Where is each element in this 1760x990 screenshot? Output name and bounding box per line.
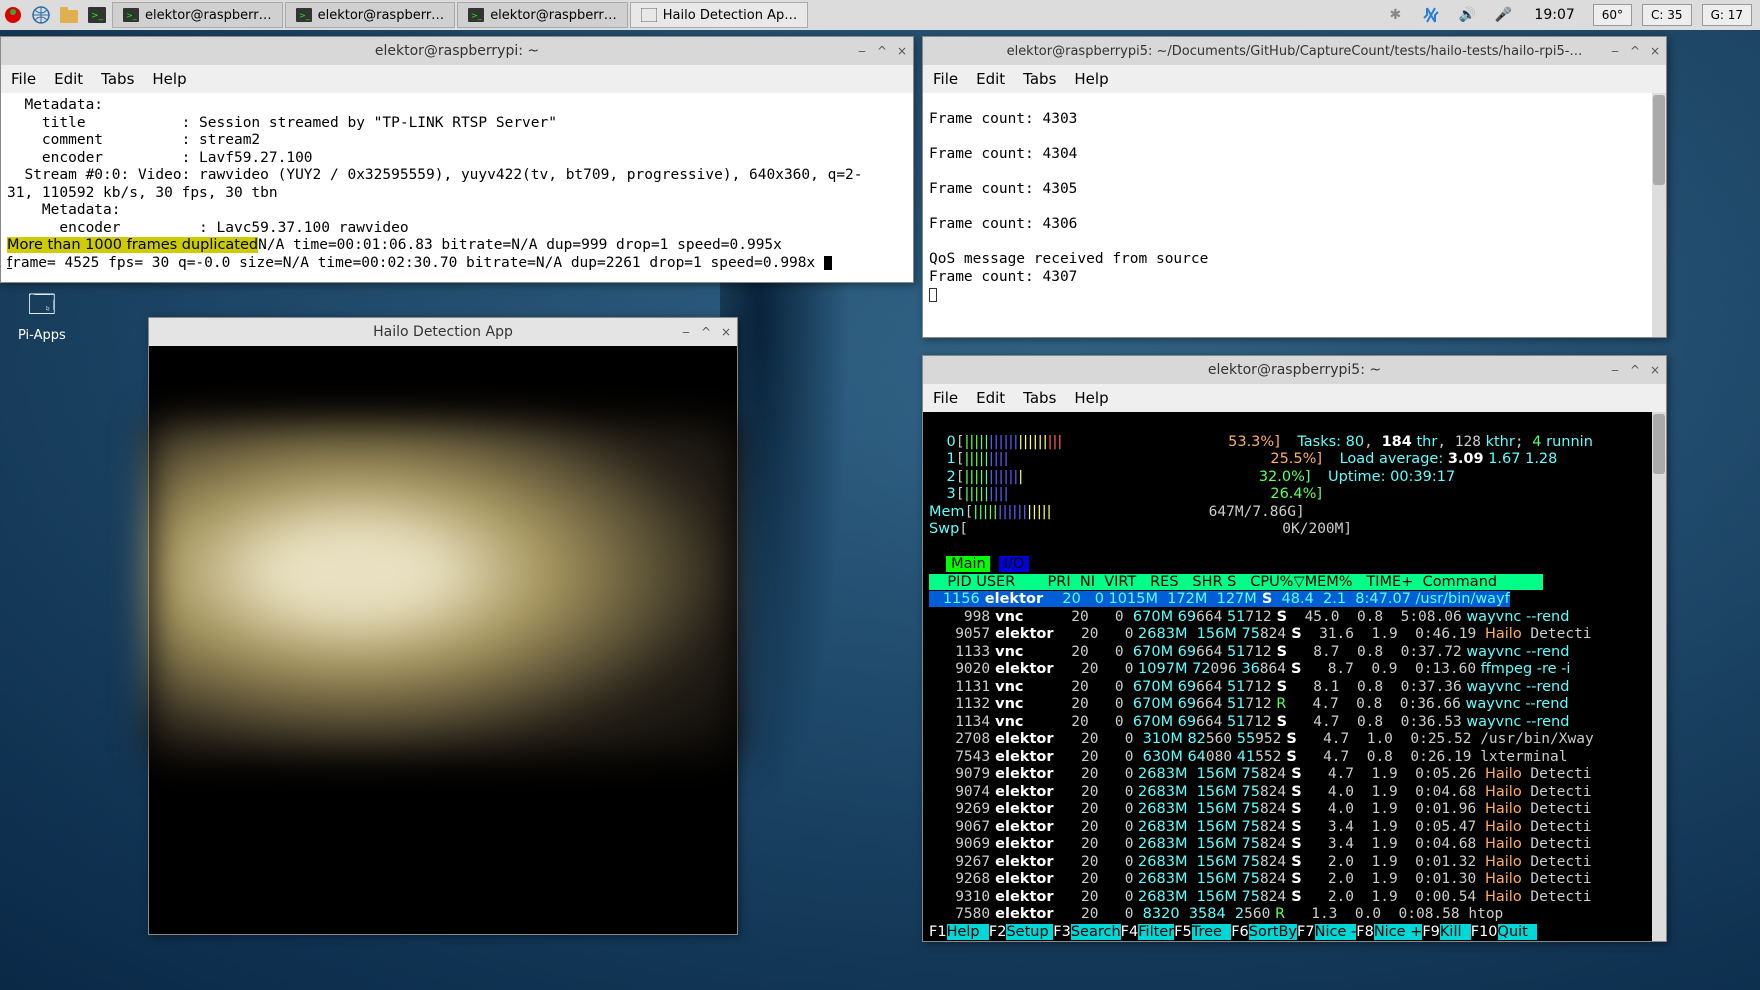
- terminal-output[interactable]: Metadata: title : Session streamed by "T…: [1, 93, 913, 282]
- terminal-icon: >_: [296, 8, 312, 22]
- volume-icon[interactable]: 🔊: [1454, 2, 1480, 28]
- maximize-icon[interactable]: ^: [699, 325, 713, 339]
- htop-output[interactable]: 0[|||||||||||||||||||| 53.3%] Tasks: 80,…: [923, 412, 1666, 941]
- taskbar: >_ >_elektor@raspberr…>_elektor@raspberr…: [0, 0, 1760, 30]
- menu-help[interactable]: Help: [1074, 389, 1108, 407]
- terminal-window-2[interactable]: elektor@raspberrypi5: ~/Documents/GitHub…: [922, 36, 1667, 338]
- gpu-indicator[interactable]: G: 17: [1702, 4, 1752, 26]
- menu-tabs[interactable]: Tabs: [101, 70, 134, 88]
- terminal-icon: >_: [468, 8, 484, 22]
- svg-text:>_: >_: [91, 11, 104, 21]
- titlebar[interactable]: elektor@raspberrypi5: ~ ‒ ^ ×: [923, 356, 1666, 384]
- close-icon[interactable]: ×: [1648, 44, 1662, 58]
- terminal-output[interactable]: Frame count: 4303 Frame count: 4304 Fram…: [923, 93, 1666, 337]
- close-icon[interactable]: ×: [1648, 363, 1662, 377]
- scrollbar[interactable]: [1652, 412, 1666, 941]
- web-browser-icon[interactable]: [28, 2, 54, 28]
- taskbar-app[interactable]: >_elektor@raspberr…: [112, 2, 283, 28]
- menu-edit[interactable]: Edit: [976, 70, 1005, 88]
- mic-icon[interactable]: 🎤: [1490, 2, 1516, 28]
- maximize-icon[interactable]: ^: [875, 44, 889, 58]
- hailo-detection-window[interactable]: Hailo Detection App ‒ ^ ×: [148, 317, 738, 935]
- svg-text:>_: >_: [126, 11, 138, 20]
- network-icon[interactable]: [1418, 2, 1444, 28]
- scrollbar[interactable]: [1652, 93, 1666, 337]
- minimize-icon[interactable]: ‒: [855, 44, 869, 58]
- desktop-icon-pi-apps[interactable]: 🗔 Pi-Apps: [18, 290, 66, 343]
- app-menu-icon[interactable]: [0, 2, 26, 28]
- menu-tabs[interactable]: Tabs: [1023, 70, 1056, 88]
- maximize-icon[interactable]: ^: [1628, 44, 1642, 58]
- titlebar[interactable]: elektor@raspberrypi: ~ ‒ ^ ×: [1, 37, 913, 65]
- svg-text:>_: >_: [299, 11, 311, 20]
- menu-file[interactable]: File: [933, 70, 958, 88]
- close-icon[interactable]: ×: [719, 325, 733, 339]
- menubar: File Edit Tabs Help: [923, 384, 1666, 412]
- video-viewport: [149, 346, 737, 934]
- taskbar-app[interactable]: >_elektor@raspberr…: [285, 2, 456, 28]
- menu-help[interactable]: Help: [152, 70, 186, 88]
- terminal-window-1[interactable]: elektor@raspberrypi: ~ ‒ ^ × File Edit T…: [0, 36, 914, 283]
- menubar: File Edit Tabs Help: [1, 65, 913, 93]
- menu-tabs[interactable]: Tabs: [1023, 389, 1056, 407]
- clock[interactable]: 19:07: [1526, 7, 1582, 23]
- cpu-indicator[interactable]: C: 35: [1642, 4, 1692, 26]
- menu-edit[interactable]: Edit: [976, 389, 1005, 407]
- minimize-icon[interactable]: ‒: [1608, 44, 1622, 58]
- taskbar-app[interactable]: >_elektor@raspberr…: [457, 2, 628, 28]
- file-manager-icon[interactable]: [56, 2, 82, 28]
- close-icon[interactable]: ×: [895, 44, 909, 58]
- menu-edit[interactable]: Edit: [54, 70, 83, 88]
- window-icon: [641, 8, 657, 22]
- minimize-icon[interactable]: ‒: [1608, 363, 1622, 377]
- menu-help[interactable]: Help: [1074, 70, 1108, 88]
- menu-file[interactable]: File: [933, 389, 958, 407]
- minimize-icon[interactable]: ‒: [679, 325, 693, 339]
- terminal-icon[interactable]: >_: [84, 2, 110, 28]
- titlebar[interactable]: Hailo Detection App ‒ ^ ×: [149, 318, 737, 346]
- menu-file[interactable]: File: [11, 70, 36, 88]
- terminal-window-htop[interactable]: elektor@raspberrypi5: ~ ‒ ^ × File Edit …: [922, 355, 1667, 942]
- menubar: File Edit Tabs Help: [923, 65, 1666, 93]
- pi-apps-icon: 🗔: [28, 286, 56, 330]
- svg-text:>_: >_: [471, 11, 483, 20]
- bluetooth-icon[interactable]: ✱: [1382, 2, 1408, 28]
- titlebar[interactable]: elektor@raspberrypi5: ~/Documents/GitHub…: [923, 37, 1666, 65]
- video-frame: [149, 421, 737, 756]
- terminal-icon: >_: [123, 8, 139, 22]
- taskbar-app[interactable]: Hailo Detection Ap…: [630, 2, 808, 28]
- maximize-icon[interactable]: ^: [1628, 363, 1642, 377]
- temp-indicator[interactable]: 60°: [1593, 4, 1632, 26]
